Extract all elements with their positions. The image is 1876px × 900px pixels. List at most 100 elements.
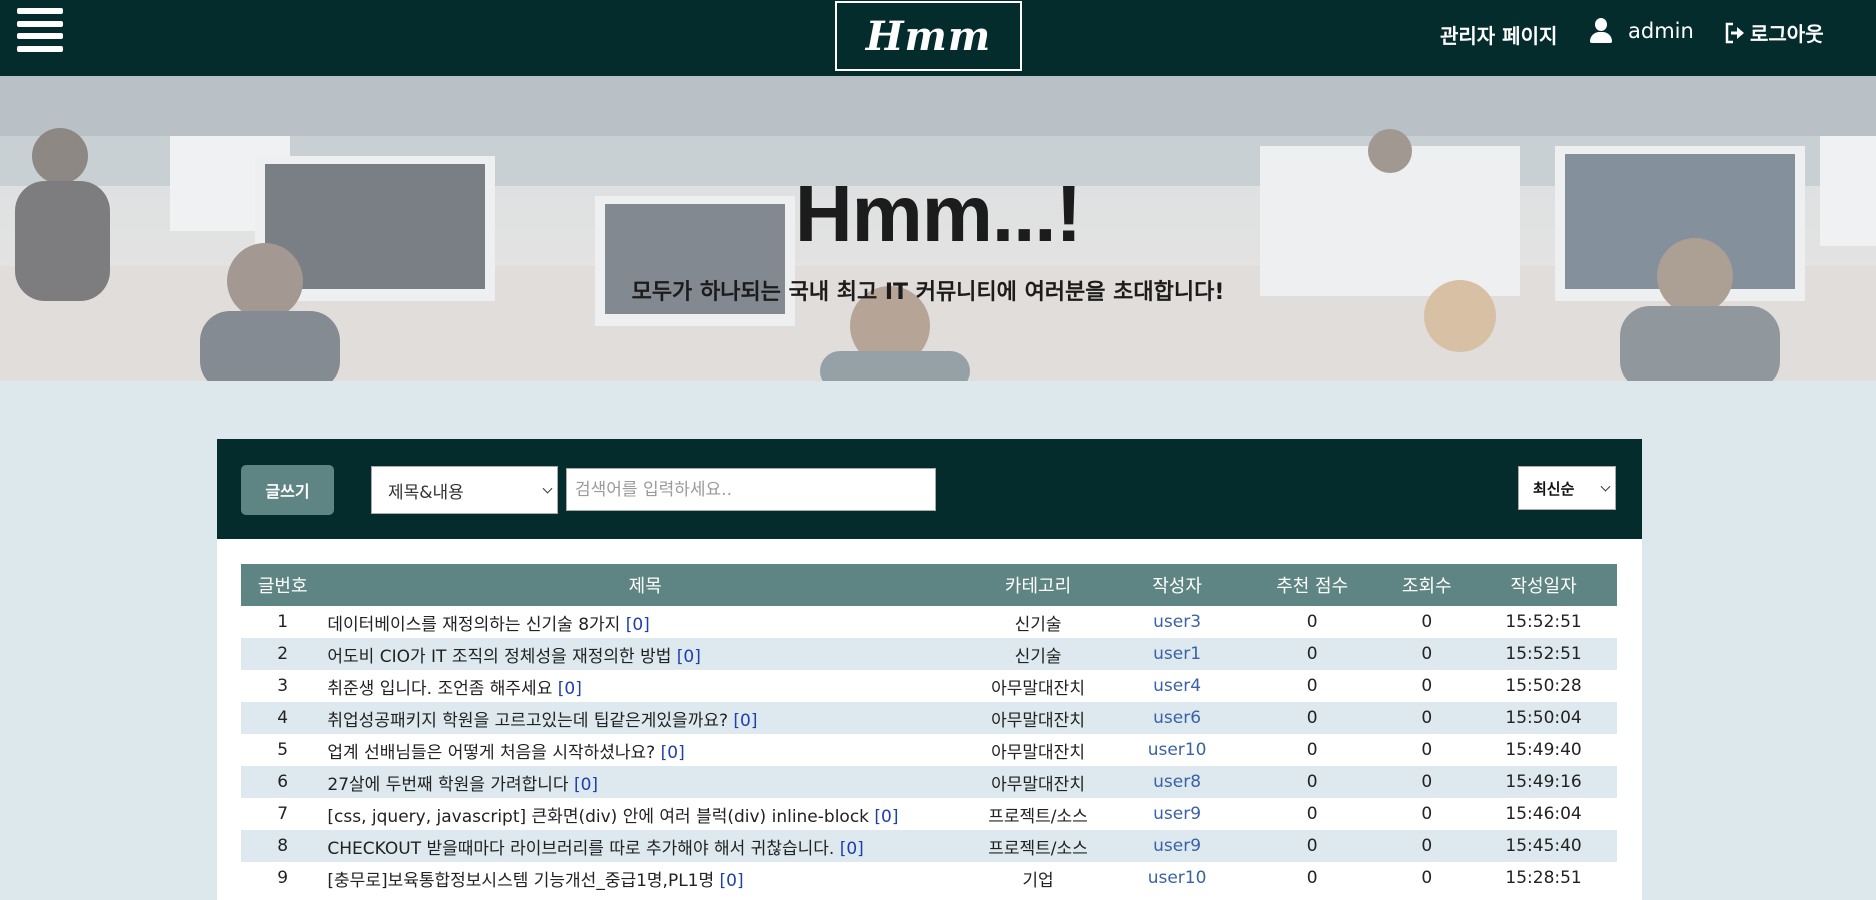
post-title-link[interactable]: 업계 선배님들은 어떻게 처음을 시작하셨나요? — [327, 743, 655, 763]
post-category: 아무말대잔치 — [991, 742, 1085, 763]
post-author-cell: user10 — [1113, 862, 1241, 894]
post-score: 0 — [1306, 644, 1318, 664]
post-number: 2 — [277, 644, 289, 664]
post-author-cell: user6 — [1113, 702, 1241, 734]
post-views: 0 — [1421, 644, 1433, 664]
post-title-link[interactable]: [충무로]보육통합정보시스템 기능개선_중급1명,PL1명 — [327, 871, 714, 891]
table-row[interactable]: 7 [css, jquery, javascript] 큰화면(div) 안에 여… — [241, 798, 1617, 830]
post-date: 15:50:28 — [1505, 676, 1582, 696]
table-row[interactable]: 9 [충무로]보육통합정보시스템 기능개선_중급1명,PL1명 [0] 기업 user… — [241, 862, 1617, 894]
post-author-cell: user4 — [1113, 670, 1241, 702]
table-row[interactable]: 2 어도비 CIO가 IT 조직의 정체성을 재정의한 방법 [0] 신기술 user… — [241, 638, 1617, 670]
user-icon — [1588, 18, 1614, 44]
column-header-category: 카테고리 — [1004, 576, 1072, 597]
site-logo[interactable]: Hmm — [835, 1, 1022, 71]
post-author-link[interactable]: user9 — [1153, 836, 1201, 856]
comment-count[interactable]: [0] — [574, 775, 598, 795]
logout-label: 로그아웃 — [1750, 22, 1824, 46]
post-date: 15:52:51 — [1505, 612, 1582, 632]
post-number: 1 — [277, 612, 289, 632]
post-title-link[interactable]: 취준생 입니다. 조언좀 해주세요 — [327, 679, 552, 699]
post-score: 0 — [1306, 676, 1318, 696]
post-score: 0 — [1306, 708, 1318, 728]
post-title-link[interactable]: 취업성공패키지 학원을 고르고있는데 팁같은게있을까요? — [327, 711, 728, 731]
hero-banner: Hmm...! 모두가 하나되는 국내 최고 IT 커뮤니티에 여러분을 초대합… — [0, 76, 1876, 381]
table-row[interactable]: 8 CHECKOUT 받을때마다 라이브러리를 따로 추가해야 해서 귀찮습니다.… — [241, 830, 1617, 862]
post-title-link[interactable]: 어도비 CIO가 IT 조직의 정체성을 재정의한 방법 — [327, 647, 671, 667]
post-title-cell: 어도비 CIO가 IT 조직의 정체성을 재정의한 방법 [0] — [324, 638, 963, 670]
post-author-link[interactable]: user1 — [1153, 644, 1201, 664]
comment-count[interactable]: [0] — [840, 839, 864, 859]
post-category: 기업 — [1022, 870, 1054, 891]
menu-icon[interactable] — [17, 8, 63, 52]
search-input[interactable] — [566, 468, 936, 511]
comment-count[interactable]: [0] — [720, 871, 744, 891]
admin-page-link[interactable]: 관리자 페이지 — [1440, 20, 1557, 49]
post-date: 15:52:51 — [1505, 644, 1582, 664]
post-title-cell: CHECKOUT 받을때마다 라이브러리를 따로 추가해야 해서 귀찮습니다. … — [324, 830, 963, 862]
post-number: 4 — [277, 708, 289, 728]
comment-count[interactable]: [0] — [626, 615, 650, 635]
post-author-cell: user9 — [1113, 798, 1241, 830]
chevron-down-icon — [1600, 481, 1611, 492]
post-author-link[interactable]: user9 — [1153, 804, 1201, 824]
comment-count[interactable]: [0] — [733, 711, 757, 731]
post-title-cell: [css, jquery, javascript] 큰화면(div) 안에 여러… — [324, 798, 963, 830]
post-views: 0 — [1421, 708, 1433, 728]
username-label: admin — [1628, 19, 1694, 43]
post-views: 0 — [1421, 612, 1433, 632]
post-views: 0 — [1421, 836, 1433, 856]
comment-count[interactable]: [0] — [874, 807, 898, 827]
post-title-link[interactable]: 27살에 두번째 학원을 가려합니다 — [327, 775, 568, 795]
post-author-link[interactable]: user10 — [1148, 740, 1207, 760]
post-title-cell: 데이터베이스를 재정의하는 신기술 8가지 [0] — [324, 606, 963, 638]
post-author-link[interactable]: user8 — [1153, 772, 1201, 792]
table-row[interactable]: 1 데이터베이스를 재정의하는 신기술 8가지 [0] 신기술 user3 0 0 15:5… — [241, 606, 1617, 638]
post-author-link[interactable]: user6 — [1153, 708, 1201, 728]
write-post-button[interactable]: 글쓰기 — [241, 465, 334, 515]
column-header-title: 제목 — [628, 576, 662, 597]
post-author-cell: user8 — [1113, 766, 1241, 798]
post-category: 아무말대잔치 — [991, 710, 1085, 731]
post-category: 프로젝트/소스 — [988, 806, 1088, 827]
sort-order-select[interactable]: 최신순 — [1518, 466, 1616, 510]
post-category: 프로젝트/소스 — [988, 838, 1088, 859]
post-author-link[interactable]: user4 — [1153, 676, 1201, 696]
post-title-cell: [충무로]보육통합정보시스템 기능개선_중급1명,PL1명 [0] — [324, 862, 963, 894]
post-title-link[interactable]: CHECKOUT 받을때마다 라이브러리를 따로 추가해야 해서 귀찮습니다. — [327, 839, 834, 859]
post-title-link[interactable]: 데이터베이스를 재정의하는 신기술 8가지 — [327, 615, 620, 635]
posts-table: 글번호 제목 카테고리 작성자 추천 점수 조회수 작성일자 1 데이터베이스를 … — [241, 564, 1617, 894]
table-row[interactable]: 3 취준생 입니다. 조언좀 해주세요 [0] 아무말대잔치 user4 0 0 15:50… — [241, 670, 1617, 702]
post-category: 신기술 — [1014, 614, 1062, 635]
column-header-author: 작성자 — [1152, 576, 1202, 597]
comment-count[interactable]: [0] — [661, 743, 685, 763]
post-views: 0 — [1421, 772, 1433, 792]
comment-count[interactable]: [0] — [558, 679, 582, 699]
comment-count[interactable]: [0] — [677, 647, 701, 667]
post-score: 0 — [1306, 612, 1318, 632]
post-score: 0 — [1306, 868, 1318, 888]
post-title-link[interactable]: [css, jquery, javascript] 큰화면(div) 안에 여러… — [327, 807, 869, 827]
post-number: 8 — [277, 836, 289, 856]
search-type-select[interactable]: 제목&내용 — [371, 466, 558, 514]
column-header-views: 조회수 — [1401, 576, 1452, 597]
post-number: 6 — [277, 772, 289, 792]
table-row[interactable]: 4 취업성공패키지 학원을 고르고있는데 팁같은게있을까요? [0] 아무말대잔치 u… — [241, 702, 1617, 734]
post-date: 15:49:40 — [1505, 740, 1582, 760]
table-header-row: 글번호 제목 카테고리 작성자 추천 점수 조회수 작성일자 — [241, 564, 1617, 606]
user-profile-link[interactable]: admin — [1588, 18, 1694, 44]
post-author-link[interactable]: user10 — [1148, 868, 1207, 888]
post-title-cell: 27살에 두번째 학원을 가려합니다 [0] — [324, 766, 963, 798]
hero-title: Hmm...! — [794, 169, 1082, 258]
post-views: 0 — [1421, 804, 1433, 824]
post-category: 신기술 — [1014, 646, 1062, 667]
logout-link[interactable]: 로그아웃 — [1724, 18, 1824, 47]
post-author-link[interactable]: user3 — [1153, 612, 1201, 632]
table-row[interactable]: 6 27살에 두번째 학원을 가려합니다 [0] 아무말대잔치 user8 0 0 15:4… — [241, 766, 1617, 798]
post-date: 15:46:04 — [1505, 804, 1582, 824]
post-number: 5 — [277, 740, 289, 760]
post-number: 9 — [277, 868, 289, 888]
post-title-cell: 취업성공패키지 학원을 고르고있는데 팁같은게있을까요? [0] — [324, 702, 963, 734]
table-row[interactable]: 5 업계 선배님들은 어떻게 처음을 시작하셨나요? [0] 아무말대잔치 user1… — [241, 734, 1617, 766]
post-author-cell: user1 — [1113, 638, 1241, 670]
